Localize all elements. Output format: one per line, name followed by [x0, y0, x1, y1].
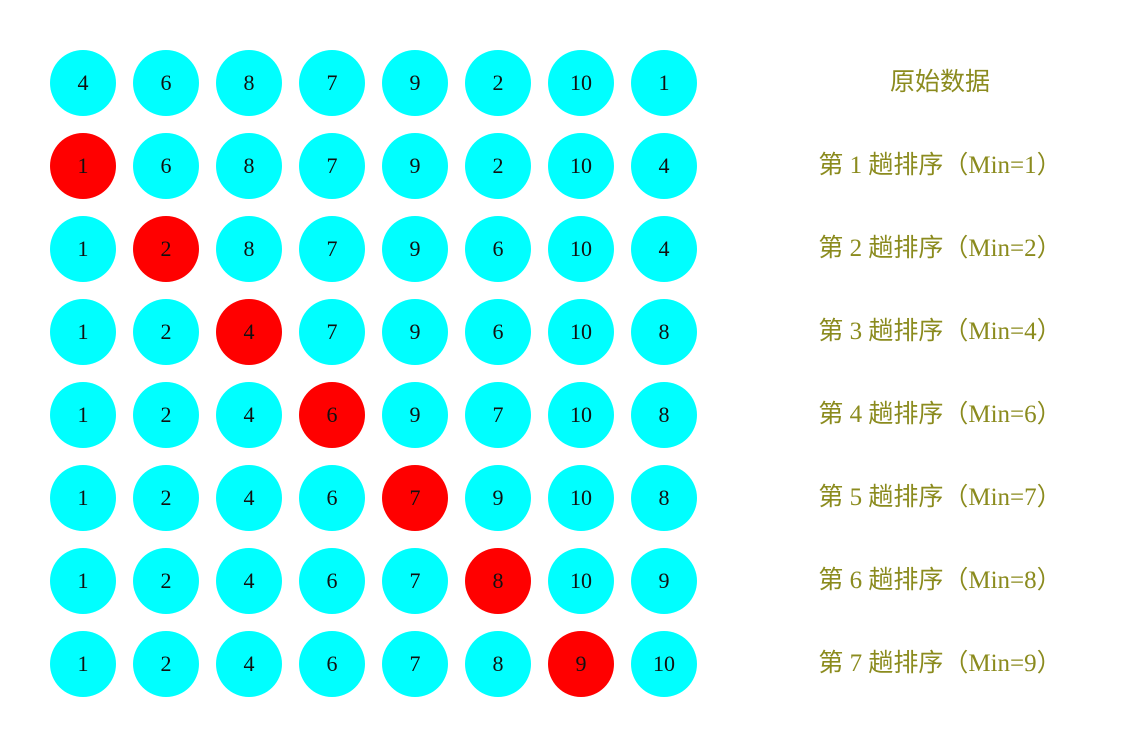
- value-circle: 1: [631, 50, 697, 116]
- row-label: 第 7 趟排序（Min=9）: [818, 650, 1062, 677]
- value-circle: 9: [631, 548, 697, 614]
- value-circle: 6: [133, 50, 199, 116]
- min-value-circle: 1: [50, 133, 116, 199]
- min-value-circle: 7: [382, 465, 448, 531]
- value-circle: 10: [631, 631, 697, 697]
- value-circle: 8: [631, 299, 697, 365]
- value-circle: 7: [299, 133, 365, 199]
- value-circle: 9: [382, 216, 448, 282]
- row-original-data: 4 6 8 7 9 2 10 1 原始数据: [0, 48, 1128, 118]
- value-circle: 10: [548, 465, 614, 531]
- row-pass-6: 1 2 4 6 7 8 10 9 第 6 趟排序（Min=8）: [0, 546, 1128, 616]
- value-circle: 4: [216, 382, 282, 448]
- row-pass-4: 1 2 4 6 9 7 10 8 第 4 趟排序（Min=6）: [0, 380, 1128, 450]
- value-circle: 2: [133, 548, 199, 614]
- min-value-circle: 6: [299, 382, 365, 448]
- value-circle: 9: [382, 299, 448, 365]
- value-circle: 8: [631, 382, 697, 448]
- value-circle: 10: [548, 50, 614, 116]
- row-label: 第 6 趟排序（Min=8）: [818, 567, 1062, 594]
- row-label: 第 2 趟排序（Min=2）: [818, 235, 1062, 262]
- value-circle: 8: [216, 133, 282, 199]
- value-circle: 7: [299, 299, 365, 365]
- value-circle: 2: [133, 631, 199, 697]
- value-circle: 6: [133, 133, 199, 199]
- value-circle: 4: [216, 465, 282, 531]
- value-circle: 7: [299, 50, 365, 116]
- value-circle: 10: [548, 548, 614, 614]
- value-circle: 10: [548, 382, 614, 448]
- value-circle: 4: [216, 548, 282, 614]
- min-value-circle: 4: [216, 299, 282, 365]
- row-label: 第 3 趟排序（Min=4）: [818, 318, 1062, 345]
- value-circle: 8: [631, 465, 697, 531]
- min-value-circle: 9: [548, 631, 614, 697]
- row-label: 第 4 趟排序（Min=6）: [818, 401, 1062, 428]
- value-circle: 6: [465, 216, 531, 282]
- value-circle: 2: [133, 382, 199, 448]
- value-circle: 1: [50, 631, 116, 697]
- row-pass-3: 1 2 4 7 9 6 10 8 第 3 趟排序（Min=4）: [0, 297, 1128, 367]
- value-circle: 1: [50, 216, 116, 282]
- min-value-circle: 8: [465, 548, 531, 614]
- row-label: 原始数据: [889, 69, 990, 96]
- row-pass-7: 1 2 4 6 7 8 9 10 第 7 趟排序（Min=9）: [0, 629, 1128, 699]
- value-circle: 1: [50, 465, 116, 531]
- value-circle: 2: [133, 465, 199, 531]
- value-circle: 9: [382, 382, 448, 448]
- selection-sort-diagram: 4 6 8 7 9 2 10 1 原始数据 1 6 8 7 9 2 10 4 第 1 趟排序（Min=1） 1 2 8 7…: [0, 0, 1128, 746]
- value-circle: 4: [216, 631, 282, 697]
- value-circle: 4: [50, 50, 116, 116]
- value-circle: 2: [133, 299, 199, 365]
- row-label: 第 1 趟排序（Min=1）: [818, 152, 1062, 179]
- row-label: 第 5 趟排序（Min=7）: [818, 484, 1062, 511]
- value-circle: 10: [548, 299, 614, 365]
- value-circle: 1: [50, 548, 116, 614]
- row-pass-1: 1 6 8 7 9 2 10 4 第 1 趟排序（Min=1）: [0, 131, 1128, 201]
- value-circle: 7: [465, 382, 531, 448]
- value-circle: 9: [465, 465, 531, 531]
- value-circle: 8: [216, 216, 282, 282]
- value-circle: 8: [216, 50, 282, 116]
- value-circle: 1: [50, 382, 116, 448]
- value-circle: 2: [465, 50, 531, 116]
- value-circle: 2: [465, 133, 531, 199]
- value-circle: 7: [382, 631, 448, 697]
- value-circle: 9: [382, 133, 448, 199]
- value-circle: 9: [382, 50, 448, 116]
- value-circle: 1: [50, 299, 116, 365]
- value-circle: 6: [299, 631, 365, 697]
- row-pass-2: 1 2 8 7 9 6 10 4 第 2 趟排序（Min=2）: [0, 214, 1128, 284]
- value-circle: 4: [631, 133, 697, 199]
- min-value-circle: 2: [133, 216, 199, 282]
- value-circle: 6: [465, 299, 531, 365]
- value-circle: 10: [548, 216, 614, 282]
- value-circle: 7: [299, 216, 365, 282]
- value-circle: 6: [299, 465, 365, 531]
- value-circle: 8: [465, 631, 531, 697]
- row-pass-5: 1 2 4 6 7 9 10 8 第 5 趟排序（Min=7）: [0, 463, 1128, 533]
- value-circle: 7: [382, 548, 448, 614]
- value-circle: 6: [299, 548, 365, 614]
- value-circle: 4: [631, 216, 697, 282]
- value-circle: 10: [548, 133, 614, 199]
